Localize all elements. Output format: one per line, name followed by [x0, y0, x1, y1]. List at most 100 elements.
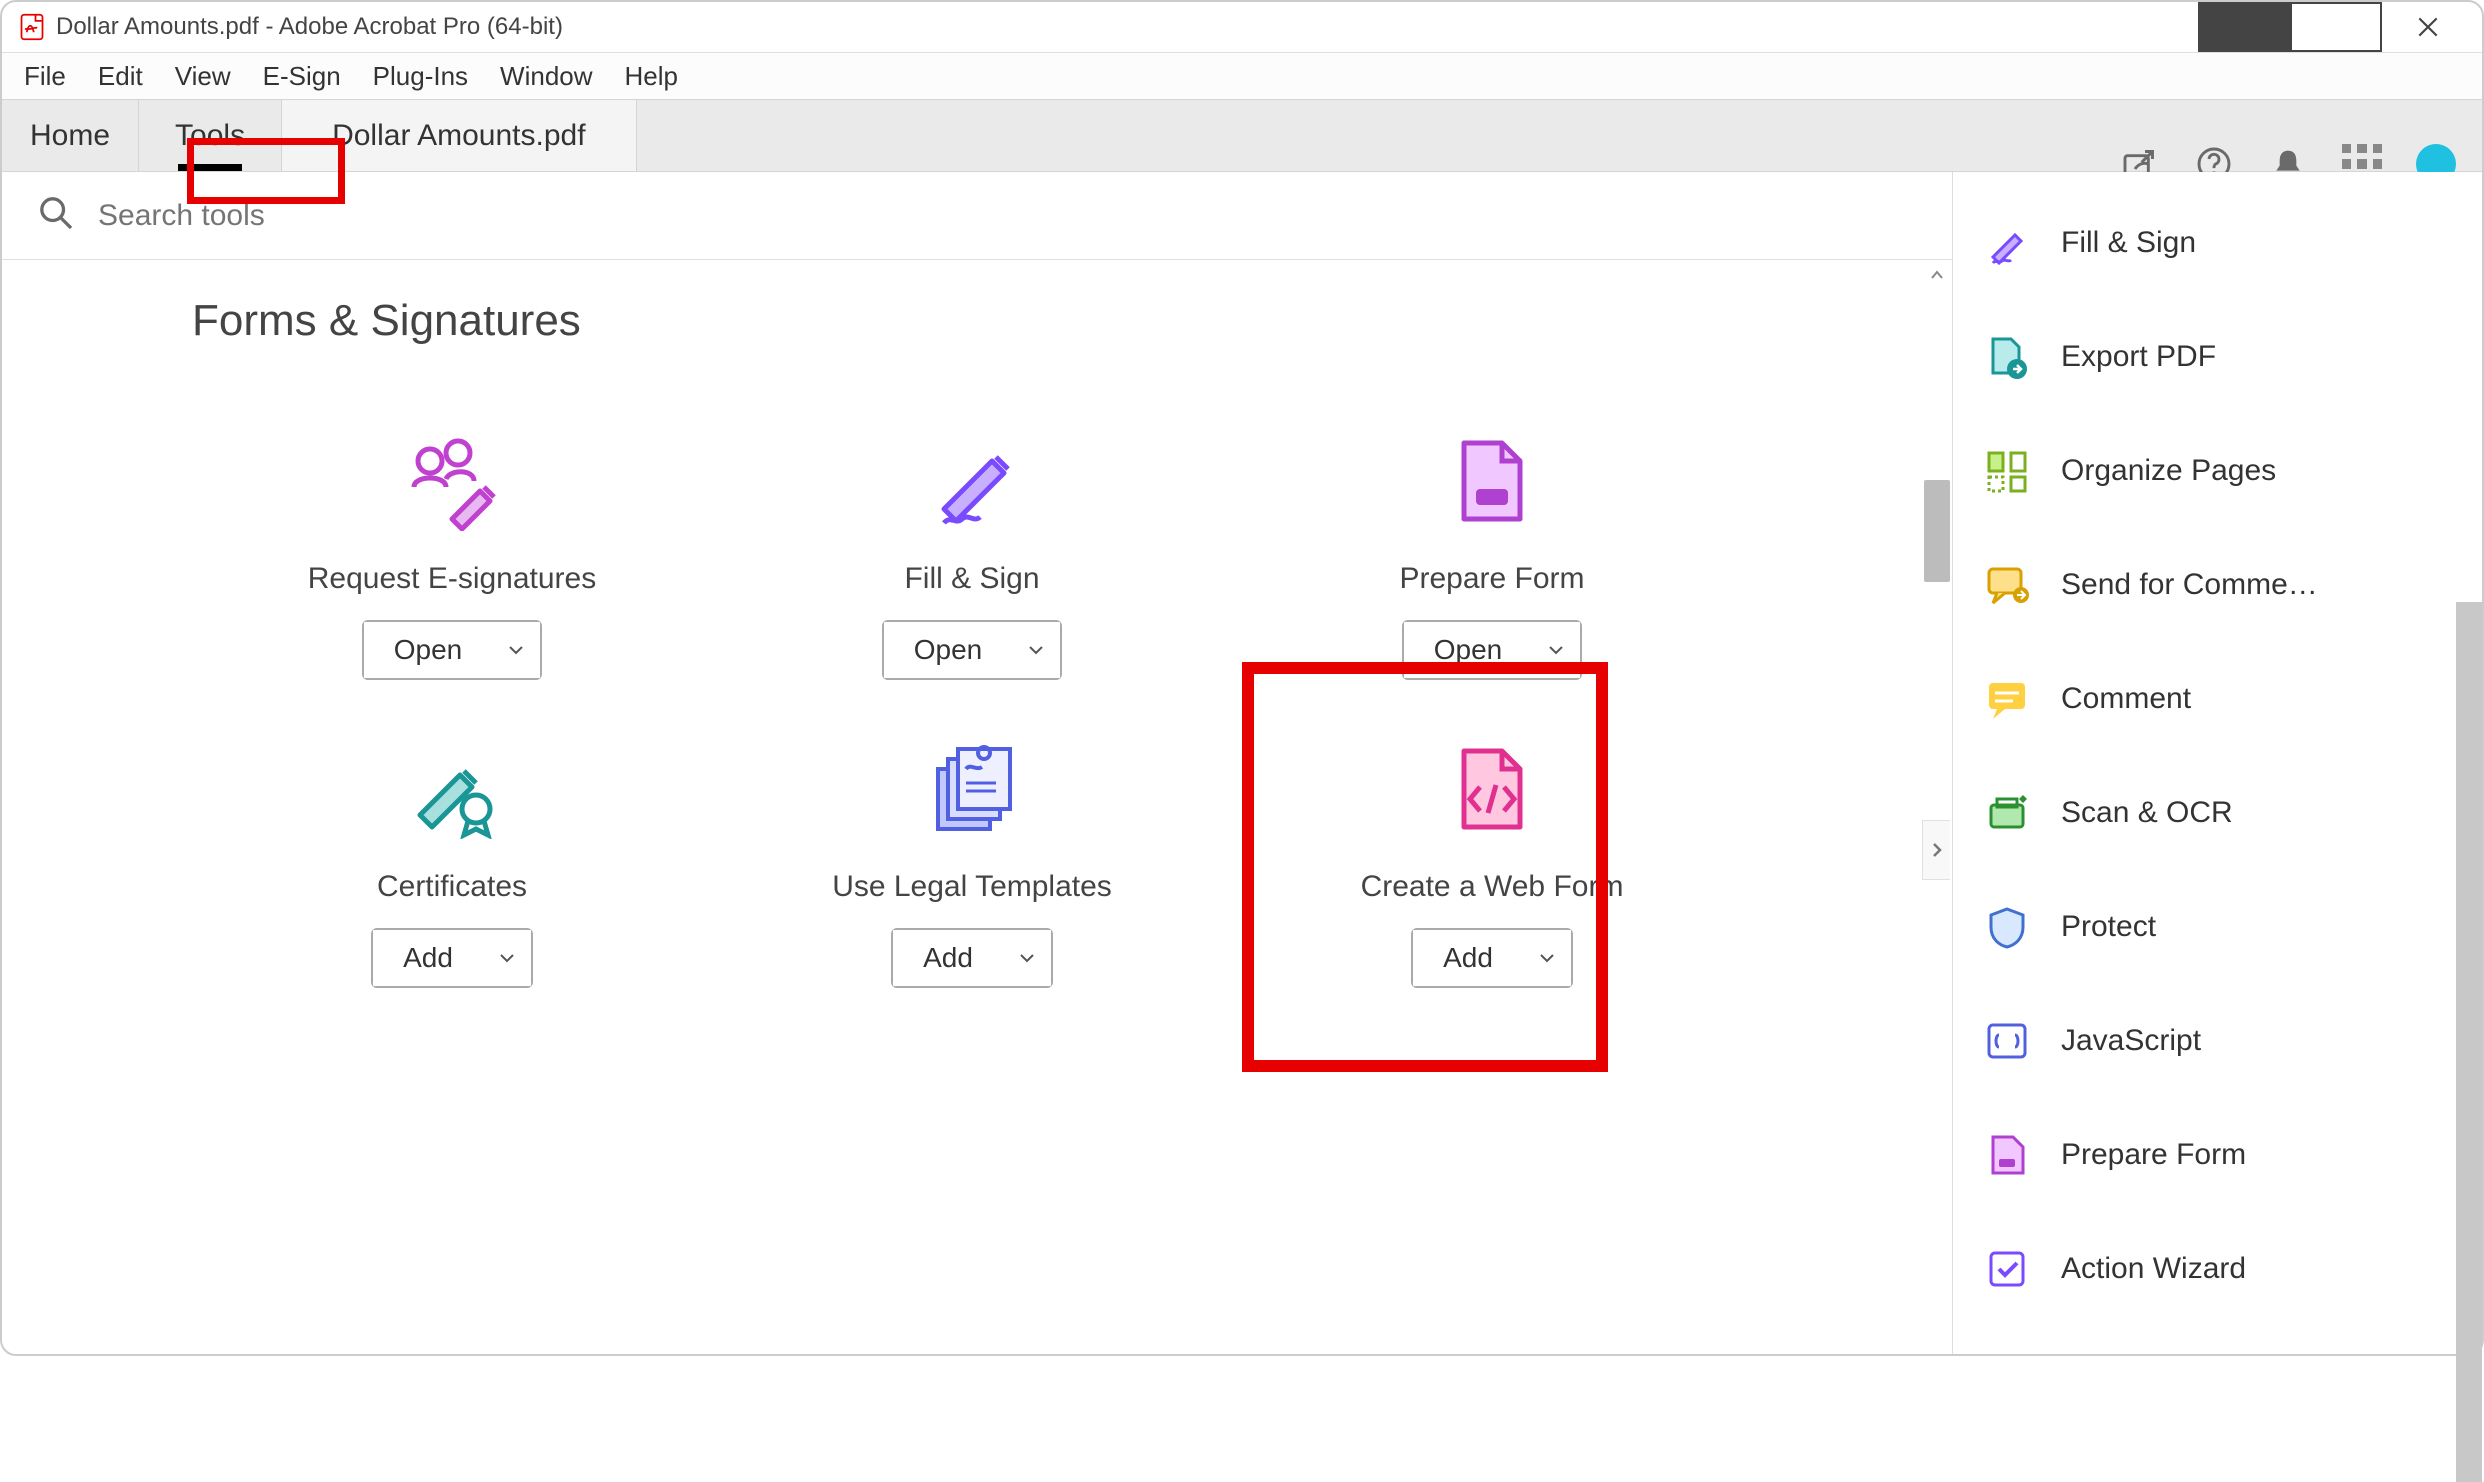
side-item-scan-ocr[interactable]: Scan & OCR: [1983, 756, 2460, 870]
side-item-organize-pages[interactable]: Organize Pages: [1983, 414, 2460, 528]
side-item-fill-sign[interactable]: Fill & Sign: [1983, 186, 2460, 300]
tab-home[interactable]: Home: [2, 100, 139, 171]
comment-icon: [1983, 675, 2031, 723]
tab-active-indicator: [178, 164, 242, 171]
legal-templates-icon: [922, 724, 1022, 854]
open-button[interactable]: Open: [1404, 622, 1533, 678]
minimize-button[interactable]: [2198, 2, 2290, 52]
menu-esign[interactable]: E-Sign: [251, 57, 353, 96]
web-form-icon: [1442, 724, 1542, 854]
dropdown-button[interactable]: [1523, 930, 1571, 986]
tools-area: Forms & Signatures Request E-signatures …: [2, 260, 1952, 1354]
dropdown-button[interactable]: [483, 930, 531, 986]
acrobat-app-icon: [18, 13, 46, 41]
tool-action: Add: [1411, 928, 1573, 988]
tool-action: Add: [891, 928, 1053, 988]
menu-view[interactable]: View: [163, 57, 243, 96]
side-label: Scan & OCR: [2061, 796, 2233, 830]
tool-action: Open: [1402, 620, 1583, 680]
add-button[interactable]: Add: [373, 930, 483, 986]
side-label: Prepare Form: [2061, 1138, 2246, 1172]
tool-card-fill-sign[interactable]: Fill & Sign Open: [712, 416, 1232, 680]
tool-action: Add: [371, 928, 533, 988]
side-item-comment[interactable]: Comment: [1983, 642, 2460, 756]
tool-card-use-legal-templates[interactable]: Use Legal Templates Add: [712, 724, 1232, 988]
menu-window[interactable]: Window: [488, 57, 604, 96]
side-item-prepare-form[interactable]: Prepare Form: [1983, 1098, 2460, 1212]
side-item-javascript[interactable]: JavaScript: [1983, 984, 2460, 1098]
menubar: File Edit View E-Sign Plug-Ins Window He…: [2, 52, 2482, 100]
prepare-form-icon: [1983, 1131, 2031, 1179]
send-comments-icon: [1983, 561, 2031, 609]
tab-document[interactable]: Dollar Amounts.pdf: [282, 100, 636, 171]
protect-icon: [1983, 903, 2031, 951]
side-label: Export PDF: [2061, 340, 2216, 374]
side-label: Send for Comme…: [2061, 568, 2318, 602]
tool-action: Open: [882, 620, 1063, 680]
menu-file[interactable]: File: [12, 57, 78, 96]
tool-title: Create a Web Form: [1361, 870, 1624, 904]
tool-action: Open: [362, 620, 543, 680]
tool-title: Use Legal Templates: [832, 870, 1112, 904]
menu-edit[interactable]: Edit: [86, 57, 155, 96]
tool-card-prepare-form[interactable]: Prepare Form Open: [1232, 416, 1752, 680]
scrollbar-thumb[interactable]: [1924, 480, 1950, 582]
tab-home-label: Home: [30, 119, 110, 153]
tab-tools[interactable]: Tools: [139, 100, 282, 171]
window-controls: [2198, 2, 2474, 52]
add-button[interactable]: Add: [1413, 930, 1523, 986]
tool-card-create-web-form[interactable]: Create a Web Form Add: [1232, 724, 1752, 988]
organize-pages-icon: [1983, 447, 2031, 495]
tool-title: Request E-signatures: [308, 562, 597, 596]
tab-document-label: Dollar Amounts.pdf: [332, 119, 585, 153]
side-label: Comment: [2061, 682, 2191, 716]
side-label: Organize Pages: [2061, 454, 2276, 488]
tool-card-certificates[interactable]: Certificates Add: [192, 724, 712, 988]
add-button[interactable]: Add: [893, 930, 1003, 986]
export-pdf-icon: [1983, 333, 2031, 381]
tool-title: Prepare Form: [1399, 562, 1584, 596]
search-input[interactable]: [98, 199, 698, 233]
searchbar: [2, 172, 1952, 260]
dropdown-button[interactable]: [1003, 930, 1051, 986]
main-column: Forms & Signatures Request E-signatures …: [2, 172, 1952, 1354]
tabbar: Home Tools Dollar Amounts.pdf: [2, 100, 2482, 172]
side-item-export-pdf[interactable]: Export PDF: [1983, 300, 2460, 414]
side-item-action-wizard[interactable]: Action Wizard: [1983, 1212, 2460, 1326]
menu-help[interactable]: Help: [613, 57, 690, 96]
fill-sign-icon: [922, 416, 1022, 546]
side-panel: Fill & Sign Export PDF Organize Pages Se…: [1952, 172, 2482, 1354]
open-button[interactable]: Open: [364, 622, 493, 678]
tool-title: Fill & Sign: [904, 562, 1039, 596]
titlebar: Dollar Amounts.pdf - Adobe Acrobat Pro (…: [2, 2, 2482, 52]
side-label: JavaScript: [2061, 1024, 2201, 1058]
menu-plugins[interactable]: Plug-Ins: [361, 57, 480, 96]
fill-sign-icon: [1983, 219, 2031, 267]
app-body: Forms & Signatures Request E-signatures …: [2, 172, 2482, 1354]
maximize-button[interactable]: [2290, 2, 2382, 52]
search-icon: [36, 193, 76, 238]
dropdown-button[interactable]: [1532, 622, 1580, 678]
main-scrollbar[interactable]: [1922, 260, 1952, 1354]
scroll-up-icon[interactable]: [1922, 260, 1952, 290]
side-label: Fill & Sign: [2061, 226, 2196, 260]
tool-card-request-esignatures[interactable]: Request E-signatures Open: [192, 416, 712, 680]
side-label: Protect: [2061, 910, 2156, 944]
tool-title: Certificates: [377, 870, 527, 904]
side-label: Action Wizard: [2061, 1252, 2246, 1286]
javascript-icon: [1983, 1017, 2031, 1065]
open-button[interactable]: Open: [884, 622, 1013, 678]
side-scrollbar-thumb[interactable]: [2456, 602, 2482, 1482]
dropdown-button[interactable]: [1012, 622, 1060, 678]
prepare-form-icon: [1442, 416, 1542, 546]
side-item-send-for-comments[interactable]: Send for Comme…: [1983, 528, 2460, 642]
tool-grid: Request E-signatures Open Fill & Sign: [192, 416, 1952, 988]
side-item-protect[interactable]: Protect: [1983, 870, 2460, 984]
section-title: Forms & Signatures: [192, 296, 1952, 346]
dropdown-button[interactable]: [492, 622, 540, 678]
request-esignatures-icon: [402, 416, 502, 546]
window-title: Dollar Amounts.pdf - Adobe Acrobat Pro (…: [56, 13, 563, 41]
app-window: Dollar Amounts.pdf - Adobe Acrobat Pro (…: [0, 0, 2484, 1356]
close-button[interactable]: [2382, 2, 2474, 52]
expand-side-handle[interactable]: [1922, 820, 1950, 880]
